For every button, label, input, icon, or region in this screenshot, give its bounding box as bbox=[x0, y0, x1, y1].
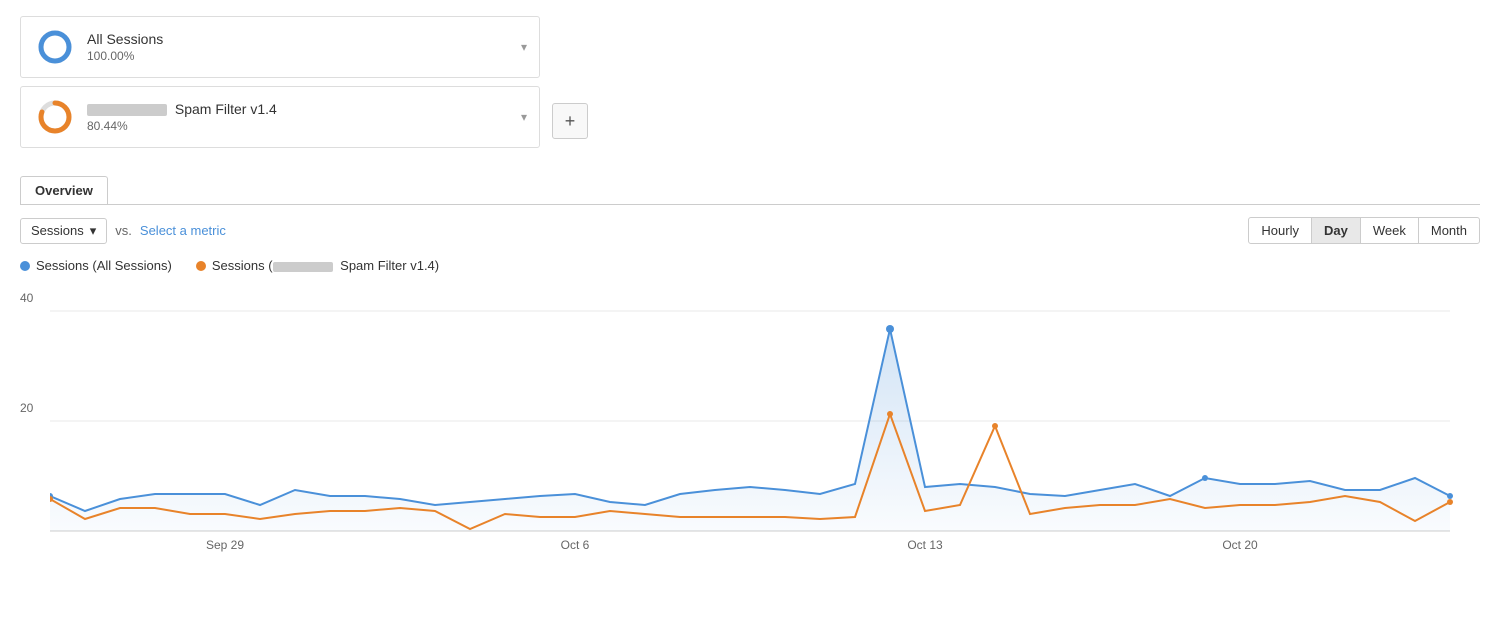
x-label-oct20: Oct 20 bbox=[1222, 538, 1258, 552]
hourly-btn[interactable]: Hourly bbox=[1248, 217, 1312, 244]
chart-wrapper: 40 20 bbox=[20, 281, 1460, 564]
chart-dot-orange bbox=[887, 411, 893, 417]
all-sessions-pct: 100.00% bbox=[87, 49, 163, 63]
tab-divider bbox=[20, 204, 1480, 205]
segment-card-all-sessions: All Sessions 100.00% ▾ bbox=[20, 16, 540, 78]
x-label-sep29: Sep 29 bbox=[206, 538, 244, 552]
blue-line bbox=[50, 329, 1450, 511]
legend-item-all-sessions: Sessions (All Sessions) bbox=[20, 258, 172, 273]
time-buttons: Hourly Day Week Month bbox=[1249, 217, 1480, 244]
spam-filter-chevron[interactable]: ▾ bbox=[521, 110, 527, 124]
all-sessions-info: All Sessions 100.00% bbox=[87, 31, 163, 63]
segment-card-spam-filter: Spam Filter v1.4 80.44% ▾ bbox=[20, 86, 540, 148]
legend-label-all-sessions: Sessions (All Sessions) bbox=[36, 258, 172, 273]
select-metric-link[interactable]: Select a metric bbox=[140, 223, 226, 238]
spam-filter-name: Spam Filter v1.4 bbox=[87, 101, 277, 117]
day-btn[interactable]: Day bbox=[1311, 217, 1361, 244]
metric-dropdown-arrow: ▾ bbox=[90, 223, 97, 239]
add-segment-button[interactable]: + bbox=[552, 103, 588, 139]
metric-dropdown[interactable]: Sessions ▾ bbox=[20, 218, 107, 244]
chart-svg: Sep 29 Oct 6 Oct 13 Oct 20 bbox=[50, 281, 1490, 561]
chart-dot-orange bbox=[992, 423, 998, 429]
legend-blurred bbox=[273, 262, 333, 272]
all-sessions-name: All Sessions bbox=[87, 31, 163, 47]
spam-filter-pct: 80.44% bbox=[87, 119, 277, 133]
chart-legend: Sessions (All Sessions) Sessions ( Spam … bbox=[20, 258, 1480, 273]
spam-filter-blurred bbox=[87, 104, 167, 116]
chart-area: 40 20 bbox=[20, 281, 1460, 564]
left-controls: Sessions ▾ vs. Select a metric bbox=[20, 218, 226, 244]
all-sessions-donut-icon bbox=[35, 27, 75, 67]
all-sessions-chevron[interactable]: ▾ bbox=[521, 40, 527, 54]
controls-row: Sessions ▾ vs. Select a metric Hourly Da… bbox=[20, 217, 1480, 244]
spam-filter-donut-icon bbox=[35, 97, 75, 137]
legend-dot-spam-filter bbox=[196, 261, 206, 271]
legend-label-spam-filter: Sessions ( Spam Filter v1.4) bbox=[212, 258, 439, 273]
chart-dot-blue bbox=[1202, 475, 1208, 481]
vs-label: vs. bbox=[115, 223, 132, 238]
chart-dot-blue bbox=[1447, 493, 1453, 499]
spam-filter-row: Spam Filter v1.4 80.44% ▾ + bbox=[20, 86, 1480, 156]
month-btn[interactable]: Month bbox=[1418, 217, 1480, 244]
spam-filter-info: Spam Filter v1.4 80.44% bbox=[87, 101, 277, 133]
x-label-oct6: Oct 6 bbox=[561, 538, 590, 552]
page-container: All Sessions 100.00% ▾ Spam Filter v1.4 … bbox=[0, 0, 1500, 644]
legend-dot-all-sessions bbox=[20, 261, 30, 271]
legend-item-spam-filter: Sessions ( Spam Filter v1.4) bbox=[196, 258, 439, 273]
spam-filter-name-text: Spam Filter v1.4 bbox=[175, 101, 277, 117]
chart-dot-orange bbox=[1447, 499, 1453, 505]
y-label-40: 40 bbox=[20, 291, 33, 305]
week-btn[interactable]: Week bbox=[1360, 217, 1419, 244]
blue-area bbox=[50, 329, 1450, 531]
metric-label: Sessions bbox=[31, 223, 84, 238]
chart-dot-blue bbox=[886, 325, 894, 333]
overview-tab[interactable]: Overview bbox=[20, 176, 108, 204]
y-label-20: 20 bbox=[20, 401, 33, 415]
x-label-oct13: Oct 13 bbox=[907, 538, 943, 552]
